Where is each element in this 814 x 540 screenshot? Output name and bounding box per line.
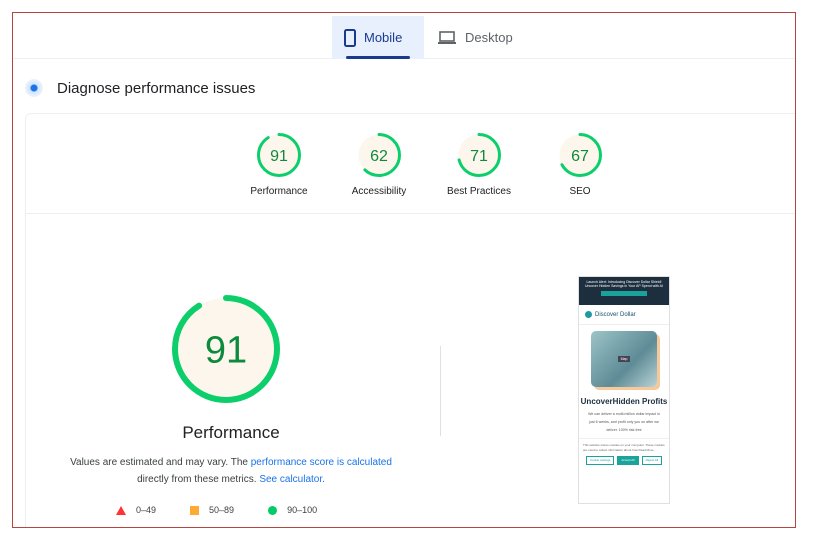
laptop-icon (438, 30, 456, 44)
score-label: SEO (569, 186, 591, 197)
status-dot-icon (25, 79, 43, 97)
gauge-score: 91 (205, 330, 247, 372)
cookie-text: This website stores cookies on your comp… (583, 443, 665, 452)
section-title: Diagnose performance issues (57, 79, 256, 97)
screenshot-body: We can deliver a multi-million dollar im… (588, 412, 660, 432)
brand-logo-icon (585, 311, 592, 318)
score-seo[interactable]: 67 SEO (525, 132, 635, 197)
score-gauge: 71 (457, 133, 501, 177)
triangle-icon (116, 505, 126, 515)
score-gauge: 91 (172, 295, 280, 403)
score-gauge: 62 (357, 133, 401, 177)
cookie-settings: Cookie settings (585, 456, 615, 465)
screenshot-banner: Launch Alert: Introducing Discover Dolla… (579, 277, 669, 305)
tab-desktop[interactable]: Desktop (425, 16, 525, 59)
screenshot-hero-image: Map (591, 331, 657, 387)
legend-average: 50–89 (190, 505, 234, 515)
gauge-score: 62 (370, 148, 388, 165)
accept-all: Accept All (617, 456, 639, 465)
tab-label: Desktop (465, 30, 513, 45)
divider (440, 346, 441, 436)
circle-icon (268, 505, 278, 515)
banner-text: Launch Alert: Introducing Discover Dolla… (585, 280, 663, 288)
tab-mobile[interactable]: Mobile (332, 16, 424, 59)
score-label: Performance (250, 186, 308, 197)
note-text: Values are estimated and may vary. The (70, 457, 251, 468)
image-label: Map (617, 356, 631, 362)
performance-gauge-large: 91 (156, 294, 296, 409)
reject-all: Reject All (641, 456, 663, 465)
smartphone-icon (344, 28, 356, 47)
square-icon (190, 505, 200, 515)
legend-range: 0–49 (136, 505, 157, 515)
score-label: Best Practices (447, 186, 511, 197)
screenshot-headline: UncoverHidden Profits (580, 397, 668, 406)
screenshot-cookie-banner: This website stores cookies on your comp… (579, 438, 669, 469)
brand-name: Discover Dollar (595, 311, 636, 318)
note-text: directly from these metrics. (137, 474, 260, 485)
report-card: 91 Performance 62 Accessibility 71 Best Pra… (25, 113, 795, 527)
gauge-score: 67 (571, 148, 589, 165)
score-legend: 0–49 50–89 90–100 (116, 505, 317, 515)
performance-score-link[interactable]: performance score is calculated (251, 457, 392, 468)
score-performance[interactable]: 91 Performance (224, 132, 334, 197)
screenshot-logo: Discover Dollar (579, 305, 669, 325)
tab-label: Mobile (364, 30, 403, 45)
legend-range: 90–100 (287, 505, 318, 515)
report-frame: Mobile Desktop Diagnose performance issu… (12, 12, 796, 528)
section-header: Diagnose performance issues (25, 79, 255, 97)
score-gauge: 91 (257, 133, 301, 177)
score-note: Values are estimated and may vary. The p… (56, 454, 406, 488)
gauge-score: 91 (270, 148, 288, 165)
score-gauge: 67 (558, 133, 602, 177)
gauge-score: 71 (470, 148, 488, 165)
legend-pass: 90–100 (268, 505, 317, 515)
performance-title: Performance (182, 423, 280, 442)
page-screenshot: Launch Alert: Introducing Discover Dolla… (578, 276, 670, 504)
device-tabs: Mobile Desktop (13, 13, 795, 59)
see-calculator-link[interactable]: See calculator. (259, 474, 325, 485)
score-accessibility[interactable]: 62 Accessibility (324, 132, 434, 197)
score-summary: 91 Performance 62 Accessibility 71 Best Pra… (26, 114, 795, 214)
legend-range: 50–89 (209, 505, 235, 515)
legend-fail: 0–49 (116, 505, 156, 515)
score-label: Accessibility (351, 186, 407, 197)
score-best-practices[interactable]: 71 Best Practices (424, 132, 534, 197)
